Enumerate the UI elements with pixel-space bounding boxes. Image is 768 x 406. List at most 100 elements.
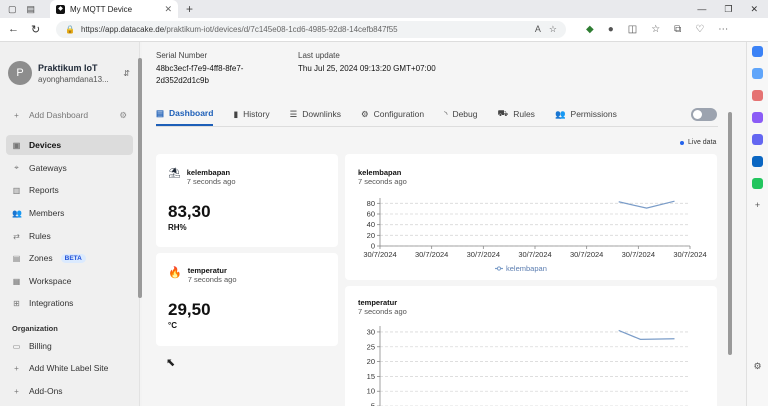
beach-umbrella-icon: ⛱ — [168, 168, 181, 179]
extension-icon[interactable]: ● — [608, 24, 614, 35]
sidebar-item-zones[interactable]: ▤ Zones BETA — [6, 248, 133, 268]
y-tick-label: 15 — [367, 372, 375, 381]
browser-tab[interactable]: ◆ My MQTT Device ✕ — [50, 0, 178, 18]
collections-icon[interactable]: ⧉ — [674, 24, 681, 35]
tab-debug[interactable]: ◝ Debug — [444, 102, 477, 126]
restore-icon[interactable]: ❐ — [724, 4, 732, 15]
tab-dashboard[interactable]: ▤ Dashboard — [156, 102, 214, 126]
shopping-icon[interactable] — [752, 90, 763, 101]
url-text: https://app.datacake.de/praktikum-iot/de… — [80, 25, 398, 34]
sidebar-item-members[interactable]: 👥 Members — [6, 203, 133, 223]
widget-title: temperatur — [187, 266, 227, 275]
rules-icon: ⇄ — [13, 231, 20, 241]
tab-actions: ▢ ▤ — [0, 4, 50, 15]
flame-icon: 🔥 — [168, 267, 182, 279]
gateway-icon: ⌖ — [14, 163, 19, 172]
add-dashboard-item[interactable]: + Add Dashboard ⚙ — [6, 105, 133, 125]
tools-icon[interactable] — [752, 112, 763, 123]
close-window-icon[interactable]: ✕ — [750, 4, 758, 15]
tab-configuration[interactable]: ⚙ Configuration — [361, 102, 424, 126]
zones-icon: ▤ — [12, 253, 21, 263]
drop-icon[interactable] — [752, 178, 763, 189]
sidebar-item-integrations[interactable]: ⊞ Integrations — [6, 293, 133, 313]
tab-history[interactable]: ▮ History — [233, 102, 269, 126]
widget-time: 7 seconds ago — [186, 177, 236, 186]
sidebar-item-white-label[interactable]: + Add White Label Site — [6, 358, 133, 378]
tab-title: My MQTT Device — [70, 4, 133, 14]
tab-divider — [156, 126, 718, 127]
sidebar-item-label: Gateways — [29, 163, 67, 173]
y-tick-label: 20 — [367, 357, 375, 366]
x-tick-label: 30/7/2024 — [570, 250, 603, 259]
url-actions: A ☆ — [535, 24, 557, 35]
workspace-name: Praktikum IoT — [38, 62, 98, 73]
close-tab-icon[interactable]: ✕ — [164, 4, 172, 15]
back-icon[interactable]: ← — [8, 23, 19, 36]
plus-icon: + — [14, 386, 19, 396]
tab-list-icon[interactable]: ▤ — [27, 4, 36, 15]
sidebar-item-devices[interactable]: ▣ Devices — [6, 135, 133, 155]
outlook-icon[interactable] — [752, 156, 763, 167]
workspace-user: ayonghamdana13... — [38, 74, 109, 84]
edge-sidebar: + ⚙ — [746, 42, 768, 406]
last-update-value: Thu Jul 25, 2024 09:13:20 GMT+07:00 — [298, 64, 436, 73]
minimize-icon[interactable]: — — [697, 4, 706, 15]
window-controls: — ❐ ✕ — [697, 4, 768, 15]
tab-permissions[interactable]: 👥 Permissions — [555, 102, 617, 126]
sidebar-item-gateways[interactable]: ⌖ Gateways — [6, 158, 133, 178]
sidebar-item-addons[interactable]: + Add-Ons — [6, 381, 133, 401]
browser-tab-strip: ▢ ▤ ◆ My MQTT Device ✕ + — ❐ ✕ — [0, 0, 768, 18]
extension-icon[interactable]: ◆ — [586, 24, 594, 35]
workspaces-icon[interactable]: ▢ — [8, 4, 17, 15]
sidebar-item-billing[interactable]: ▭ Billing — [6, 336, 133, 356]
sidebar-settings-icon[interactable]: ⚙ — [753, 361, 761, 372]
tab-rules[interactable]: ⛟ Rules — [498, 102, 535, 126]
plus-icon: + — [14, 110, 19, 120]
rules-icon: ⛟ — [497, 108, 509, 118]
legend-label: kelembapan — [506, 264, 547, 273]
sidebar-item-reports[interactable]: ▥ Reports — [6, 180, 133, 200]
series-line — [618, 200, 675, 209]
favorites-icon[interactable]: ☆ — [651, 24, 660, 35]
x-tick-label: 30/7/2024 — [622, 250, 655, 259]
legend-marker — [496, 266, 502, 271]
widget-time: 7 seconds ago — [187, 275, 237, 284]
browser-essentials-icon[interactable]: ♡ — [695, 24, 704, 35]
sidebar-item-rules[interactable]: ⇄ Rules — [6, 226, 133, 246]
avatar: P — [8, 61, 32, 85]
navigation-buttons: ← ↻ — [0, 23, 56, 36]
edit-mode-toggle[interactable] — [691, 108, 717, 121]
split-screen-icon[interactable]: ◫ — [628, 24, 637, 35]
live-data-label: Live data — [688, 139, 717, 146]
y-tick-label: 25 — [367, 342, 375, 351]
workspace-info: Praktikum IoT ayonghamdana13... — [38, 63, 109, 84]
sidebar-item-label: Devices — [29, 140, 62, 150]
workspace-switcher[interactable]: P Praktikum IoT ayonghamdana13... ⇵ — [8, 57, 130, 89]
widget-kelembapan-value: ⛱ kelembapan 7 seconds ago 83,30 RH% — [156, 154, 338, 247]
widget-value: 83,30 — [168, 202, 211, 221]
settings-more-icon[interactable]: ⋯ — [718, 24, 728, 35]
add-sidebar-app-icon[interactable]: + — [755, 200, 760, 210]
tab-downlinks[interactable]: ☰ Downlinks — [290, 102, 341, 126]
read-aloud-icon[interactable]: A — [535, 24, 541, 35]
widget-unit: °C — [168, 321, 177, 330]
search-icon[interactable] — [752, 68, 763, 79]
members-icon: 👥 — [12, 208, 22, 218]
sidebar-item-label: Add White Label Site — [29, 363, 109, 373]
main-scrollbar[interactable] — [728, 112, 732, 355]
sidebar-item-workspace[interactable]: ▦ Workspace — [6, 271, 133, 291]
y-tick-label: 5 — [371, 402, 375, 406]
favorite-star-icon[interactable]: ☆ — [549, 24, 557, 35]
sidebar-item-label: Zones — [29, 253, 53, 263]
copilot-icon[interactable] — [752, 46, 763, 57]
x-tick-label: 30/7/2024 — [673, 250, 706, 259]
chart-kelembapan-plot: 02040608030/7/2024 30/7/2024 30/7/2024 30/7… — [363, 198, 707, 273]
serial-number-value: 48bc3ecf-f7e9-4ff8-8fe7- 2d352d2d1c9b — [156, 64, 244, 85]
refresh-icon[interactable]: ↻ — [31, 23, 40, 36]
url-field[interactable]: 🔒 https://app.datacake.de/praktikum-iot/… — [56, 21, 566, 38]
new-tab-button[interactable]: + — [186, 2, 193, 16]
gear-icon[interactable]: ⚙ — [119, 110, 127, 121]
beta-badge: BETA — [60, 253, 86, 263]
games-icon[interactable] — [752, 134, 763, 145]
devices-icon: ▣ — [12, 140, 21, 150]
